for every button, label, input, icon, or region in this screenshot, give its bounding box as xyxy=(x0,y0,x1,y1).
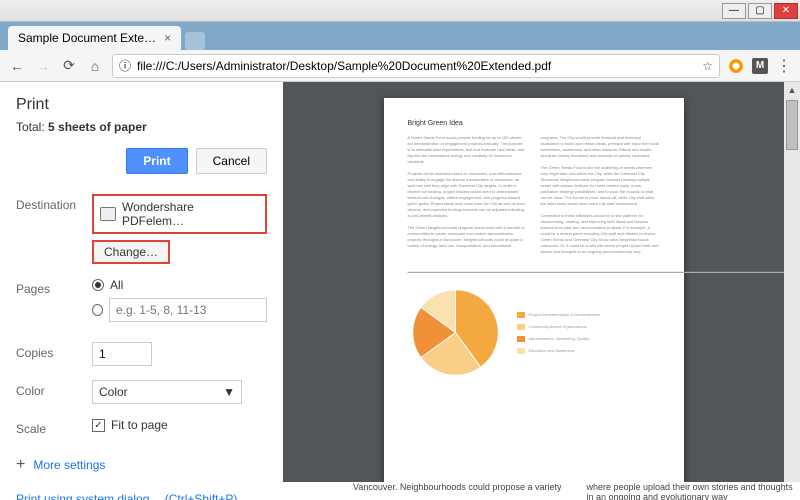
window-minimize-button[interactable]: — xyxy=(722,3,746,19)
preview-page: Bright Green Idea A Green Seeds Fund wou… xyxy=(384,98,684,500)
window-close-button[interactable]: ✕ xyxy=(774,3,798,19)
document-heading: Bright Green Idea xyxy=(408,120,660,127)
browser-menu-button[interactable]: ⋮ xyxy=(776,56,792,76)
print-title: Print xyxy=(16,96,267,114)
printer-icon xyxy=(100,207,116,221)
cancel-button[interactable]: Cancel xyxy=(196,148,267,174)
tab-title: Sample Document Exte… xyxy=(18,31,156,45)
preview-scrollbar[interactable]: ▲ ▼ xyxy=(784,82,800,500)
legend-item: Education and Awareness xyxy=(517,348,601,354)
url-text: file:///C:/Users/Administrator/Desktop/S… xyxy=(137,59,696,73)
color-label: Color xyxy=(16,380,92,398)
chevron-down-icon: ▼ xyxy=(223,385,235,399)
extension-icon[interactable]: M xyxy=(752,58,768,74)
forward-button[interactable]: → xyxy=(34,57,52,75)
plus-icon: + xyxy=(16,456,25,474)
preview-overflow-text: Vancouver. Neighbourhoods could propose … xyxy=(283,482,800,500)
legend-item: Administration, Monitoring, Quality xyxy=(517,336,601,342)
pages-label: Pages xyxy=(16,278,92,296)
site-info-icon[interactable]: ⓘ xyxy=(119,57,131,74)
tab-close-icon[interactable]: × xyxy=(164,31,171,45)
chart-legend: Project Implementation & Demonstration Co… xyxy=(517,312,601,354)
legend-item: Project Implementation & Demonstration xyxy=(517,312,601,318)
print-preview-area: Bright Green Idea A Green Seeds Fund wou… xyxy=(283,82,800,500)
scroll-up-icon[interactable]: ▲ xyxy=(784,82,800,98)
window-maximize-button[interactable]: ▢ xyxy=(748,3,772,19)
back-button[interactable]: ← xyxy=(8,57,26,75)
reload-button[interactable]: ⟳ xyxy=(60,57,78,75)
color-select[interactable]: Color ▼ xyxy=(92,380,242,404)
more-settings-toggle[interactable]: + More settings xyxy=(16,456,267,474)
pages-all-radio[interactable]: All xyxy=(92,278,267,292)
change-destination-button[interactable]: Change… xyxy=(92,240,170,264)
copies-label: Copies xyxy=(16,342,92,360)
browser-tab[interactable]: Sample Document Exte… × xyxy=(8,26,181,50)
home-button[interactable]: ⌂ xyxy=(86,57,104,75)
scale-label: Scale xyxy=(16,418,92,436)
new-tab-button[interactable] xyxy=(185,32,205,50)
radio-icon xyxy=(92,279,104,291)
print-total: Total: 5 sheets of paper xyxy=(16,120,267,134)
print-dialog: Print Total: 5 sheets of paper Print Can… xyxy=(0,82,283,500)
copies-input[interactable] xyxy=(92,342,152,366)
address-bar[interactable]: ⓘ file:///C:/Users/Administrator/Desktop… xyxy=(112,54,720,78)
scroll-thumb[interactable] xyxy=(786,100,798,150)
radio-icon xyxy=(92,304,103,316)
destination-label: Destination xyxy=(16,194,92,212)
checkbox-icon: ✓ xyxy=(92,419,105,432)
print-button[interactable]: Print xyxy=(126,148,187,174)
pages-range-radio[interactable] xyxy=(92,298,267,322)
system-dialog-link[interactable]: Print using system dialog… (Ctrl+Shift+P… xyxy=(16,492,267,500)
pie-chart xyxy=(408,285,503,380)
extension-icon[interactable] xyxy=(728,58,744,74)
destination-value: Wondershare PDFelem… xyxy=(122,200,259,228)
destination-selector[interactable]: Wondershare PDFelem… xyxy=(92,194,267,234)
legend-item: Community-based Organizations xyxy=(517,324,601,330)
pages-range-input[interactable] xyxy=(109,298,267,322)
fit-to-page-checkbox[interactable]: ✓ Fit to page xyxy=(92,418,267,432)
bookmark-star-icon[interactable]: ☆ xyxy=(702,59,713,73)
